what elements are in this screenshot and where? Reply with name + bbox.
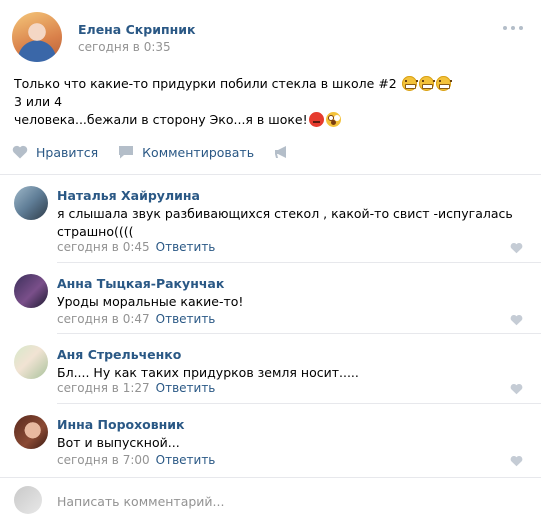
reply-button[interactable]: Ответить xyxy=(156,453,216,467)
comment-meta: сегодня в 0:47 Ответить xyxy=(57,312,215,326)
reply-button[interactable]: Ответить xyxy=(156,312,216,326)
comment-item: Наталья Хайрулина я слышала звук разбива… xyxy=(0,174,541,261)
like-label: Нравится xyxy=(36,144,99,160)
reply-button[interactable]: Ответить xyxy=(156,240,216,254)
comment-bubble-icon xyxy=(119,146,134,159)
angry-face-emoji xyxy=(308,112,324,127)
like-button[interactable]: Нравится xyxy=(12,145,98,160)
post-text-line2: человека...бежали в сторону Эко...я в шо… xyxy=(14,112,308,127)
commenter-name[interactable]: Инна Пороховник xyxy=(57,417,185,432)
share-button[interactable] xyxy=(274,145,298,159)
comment-label: Комментировать xyxy=(142,144,255,160)
comment-meta: сегодня в 7:00 Ответить xyxy=(57,453,215,467)
commenter-avatar[interactable] xyxy=(14,345,48,379)
more-options-icon[interactable] xyxy=(503,26,523,32)
grinning-face-emoji xyxy=(435,76,452,91)
commenter-name[interactable]: Наталья Хайрулина xyxy=(57,188,200,203)
comment-meta: сегодня в 0:45 Ответить xyxy=(57,240,215,254)
current-user-avatar xyxy=(14,486,42,514)
comment-date[interactable]: сегодня в 0:45 xyxy=(57,240,150,254)
comment-meta: сегодня в 1:27 Ответить xyxy=(57,381,215,395)
heart-icon[interactable] xyxy=(510,383,523,395)
heart-icon xyxy=(12,145,28,159)
comment-text: Вот и выпускной... xyxy=(57,435,180,450)
post-actions: Нравится Комментировать xyxy=(12,142,318,162)
post-date[interactable]: сегодня в 0:35 xyxy=(78,40,171,54)
grinning-face-emoji xyxy=(418,76,435,91)
comment-item: Анна Тыцкая-Ракунчак Уроды моральные как… xyxy=(0,262,541,332)
commenter-avatar[interactable] xyxy=(14,186,48,220)
commenter-avatar[interactable] xyxy=(14,415,48,449)
comment-text: я слышала звук разбивающихся стекол , ка… xyxy=(57,206,513,239)
reply-button[interactable]: Ответить xyxy=(156,381,216,395)
reply-box xyxy=(0,478,541,528)
commenter-avatar[interactable] xyxy=(14,274,48,308)
post-text: Только что какие-то придурки побили стек… xyxy=(14,75,454,129)
comment-text: Бл.... Ну как таких придурков земля носи… xyxy=(57,365,359,380)
comment-item: Аня Стрельченко Бл.... Ну как таких прид… xyxy=(0,333,541,403)
comment-date[interactable]: сегодня в 7:00 xyxy=(57,453,150,467)
post-author-name[interactable]: Елена Скрипник xyxy=(78,22,195,37)
comment-date[interactable]: сегодня в 0:47 xyxy=(57,312,150,326)
comment-input[interactable] xyxy=(57,492,517,510)
megaphone-icon xyxy=(275,146,287,158)
astonished-face-emoji xyxy=(325,112,341,127)
post-text-line1-tail: 3 или 4 xyxy=(14,94,63,109)
commenter-name[interactable]: Аня Стрельченко xyxy=(57,347,181,362)
heart-icon[interactable] xyxy=(510,314,523,326)
comment-text: Уроды моральные какие-то! xyxy=(57,294,244,309)
comment-date[interactable]: сегодня в 1:27 xyxy=(57,381,150,395)
commenter-name[interactable]: Анна Тыцкая-Ракунчак xyxy=(57,276,224,291)
heart-icon[interactable] xyxy=(510,455,523,467)
heart-icon[interactable] xyxy=(510,242,523,254)
post-author-avatar[interactable] xyxy=(12,12,62,62)
post-text-line1: Только что какие-то придурки побили стек… xyxy=(14,76,397,91)
grinning-face-emoji xyxy=(401,76,418,91)
comment-item: Инна Пороховник Вот и выпускной... сегод… xyxy=(0,403,541,475)
comment-button[interactable]: Комментировать xyxy=(118,145,254,160)
